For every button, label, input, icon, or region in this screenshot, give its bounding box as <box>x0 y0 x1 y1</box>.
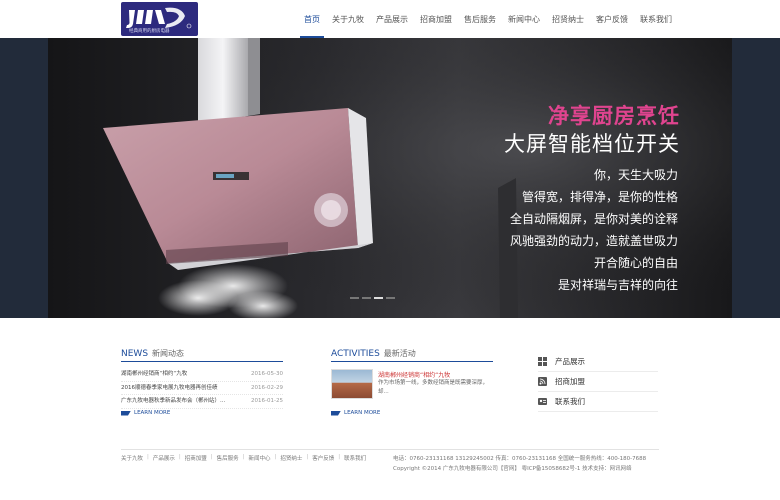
footer-divider <box>121 449 659 450</box>
slide-indicator-dot[interactable] <box>362 297 371 299</box>
news-item-date: 2016-02-29 <box>251 384 283 391</box>
news-item-date: 2016-01-25 <box>251 398 283 404</box>
activities-heading-en: ACTIVITIES <box>331 349 380 359</box>
activities-heading-cn: 最新活动 <box>383 349 416 358</box>
activities-more-label[interactable]: LEARN MORE <box>344 410 380 416</box>
footer-link[interactable]: 新闻中心 <box>249 454 271 462</box>
more-arrow-icon <box>121 410 131 416</box>
quick-links: 产品展示 招商加盟 联系我们 <box>538 352 658 412</box>
footer-separator: | <box>274 454 277 460</box>
banner-slogan: 开合随心的自由 <box>593 256 678 270</box>
news-divider <box>121 361 283 362</box>
footer-links: 关于九牧 | 产品展示 | 招商加盟 | 售后服务 | 新闻中心 | 招贤纳士 | 客户反馈 | 联系我们 <box>121 454 366 462</box>
brand-logo[interactable]: 经典商用的厨房电器 <box>121 2 198 36</box>
footer-separator: | <box>338 454 341 460</box>
slide-indicators <box>350 297 395 299</box>
quick-link-label[interactable]: 联系我们 <box>555 396 585 407</box>
footer-separator: | <box>306 454 309 460</box>
news-list: 湖南郴州经销商“相约“九牧 2016-05-30 2016顺德春季家电展九牧电器再… <box>121 368 283 409</box>
banner-slogan: 你，天生大吸力 <box>593 168 678 182</box>
news-item[interactable]: 2016顺德春季家电展九牧电器再创佳绩 2016-02-29 <box>121 382 283 395</box>
footer-link[interactable]: 招贤纳士 <box>280 454 302 462</box>
footer-link[interactable]: 联系我们 <box>344 454 366 462</box>
banner-headline-pink: 净享厨房烹饪 <box>548 104 680 128</box>
nav-franchise[interactable]: 招商加盟 <box>414 0 458 38</box>
nav-contact[interactable]: 联系我们 <box>634 0 678 38</box>
nav-products[interactable]: 产品展示 <box>370 0 414 38</box>
slide-indicator-dot[interactable] <box>350 297 359 299</box>
rss-icon <box>538 377 547 386</box>
grid-icon <box>538 357 547 366</box>
news-item-title[interactable]: 广东九牧电器秋季新品发布会（郴州站）... <box>121 395 225 408</box>
quick-link-label[interactable]: 产品展示 <box>555 356 585 367</box>
footer-link[interactable]: 客户反馈 <box>312 454 334 462</box>
footer-contact: 电话：0760-23131168 13129245002 传真：0760-231… <box>393 456 647 462</box>
slide-indicator-dot[interactable] <box>386 297 395 299</box>
activities-more-link[interactable]: LEARN MORE <box>331 410 380 416</box>
footer-link[interactable]: 售后服务 <box>217 454 239 462</box>
quick-link-franchise[interactable]: 招商加盟 <box>538 372 658 392</box>
banner-slogan: 管得宽，排得净，是你的性格 <box>521 190 678 204</box>
news-item-title[interactable]: 湖南郴州经销商“相约“九牧 <box>121 368 187 381</box>
nav-feedback[interactable]: 客户反馈 <box>590 0 634 38</box>
activities-heading: ACTIVITIES 最新活动 <box>331 348 416 362</box>
footer-separator: | <box>210 454 213 460</box>
banner-slogan: 是对祥瑞与吉祥的向往 <box>557 278 678 292</box>
contact-card-icon <box>538 398 547 405</box>
footer-link[interactable]: 招商加盟 <box>185 454 207 462</box>
slide-indicator-dot[interactable] <box>374 297 383 299</box>
banner-headline-white: 大屏智能档位开关 <box>504 132 680 156</box>
quick-link-label[interactable]: 招商加盟 <box>555 376 585 387</box>
activity-title[interactable]: 湖南郴州经销商“相约“九牧 <box>378 370 450 379</box>
nav-careers[interactable]: 招贤纳士 <box>546 0 590 38</box>
activity-description: 作为市场第一线，多数经销商是既需要深厚，却... <box>378 380 489 395</box>
logo-tagline: 经典商用的厨房电器 <box>129 29 170 34</box>
site-header: 经典商用的厨房电器 首页 关于九牧 产品展示 招商加盟 售后服务 新闻中心 招贤… <box>0 0 780 38</box>
news-heading-en: NEWS <box>121 349 149 359</box>
activity-thumbnail[interactable] <box>331 369 373 399</box>
news-item[interactable]: 湖南郴州经销商“相约“九牧 2016-05-30 <box>121 368 283 382</box>
footer-link[interactable]: 产品展示 <box>153 454 175 462</box>
news-more-link[interactable]: LEARN MORE <box>121 410 170 416</box>
news-heading-cn: 新闻动态 <box>152 349 185 358</box>
banner-edge-right <box>732 38 780 318</box>
footer-separator: | <box>242 454 245 460</box>
quick-link-products[interactable]: 产品展示 <box>538 352 658 372</box>
nav-about[interactable]: 关于九牧 <box>326 0 370 38</box>
activities-divider <box>331 361 493 362</box>
news-more-label[interactable]: LEARN MORE <box>134 410 170 416</box>
footer-separator: | <box>147 454 149 460</box>
quick-link-contact[interactable]: 联系我们 <box>538 392 658 412</box>
hero-banner[interactable]: 净享厨房烹饪 大屏智能档位开关 你，天生大吸力 管得宽，排得净，是你的性格 全自… <box>0 38 780 318</box>
nav-service[interactable]: 售后服务 <box>458 0 502 38</box>
banner-edge-left <box>0 38 48 318</box>
news-item-date: 2016-05-30 <box>251 371 283 377</box>
footer-separator: | <box>178 454 181 460</box>
footer-link[interactable]: 关于九牧 <box>121 454 143 462</box>
nav-home[interactable]: 首页 <box>298 0 326 38</box>
news-heading: NEWS 新闻动态 <box>121 348 184 362</box>
banner-slogan: 全自动隔烟屏，是你对美的诠释 <box>509 212 678 226</box>
more-arrow-icon <box>331 410 341 416</box>
banner-slogans: 你，天生大吸力 管得宽，排得净，是你的性格 全自动隔烟屏，是你对美的诠释 风驰强… <box>470 164 678 296</box>
main-nav: 首页 关于九牧 产品展示 招商加盟 售后服务 新闻中心 招贤纳士 客户反馈 联系… <box>298 0 678 38</box>
banner-slogan: 风驰强劲的动力，造就盖世吸力 <box>509 234 678 248</box>
news-item[interactable]: 广东九牧电器秋季新品发布会（郴州站）... 2016-01-25 <box>121 395 283 409</box>
footer-copyright: Copyright ©2014 广东九牧电器有限公司【官网】 粤ICP备1505… <box>393 466 632 472</box>
nav-news[interactable]: 新闻中心 <box>502 0 546 38</box>
news-item-title[interactable]: 2016顺德春季家电展九牧电器再创佳绩 <box>121 382 218 395</box>
